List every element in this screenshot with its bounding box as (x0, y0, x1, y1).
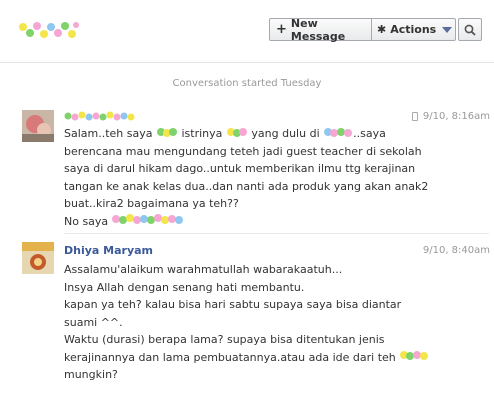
message-body: Salam..teh saya istrinya yang dulu di ..… (64, 125, 489, 230)
thread-toolbar: + New Message ✱ Actions (269, 16, 456, 43)
mobile-icon (411, 112, 418, 121)
message-timestamp: 9/10, 8:40am (423, 245, 490, 256)
redacted-sender-sticker (64, 111, 135, 121)
actions-dropdown-button[interactable]: ✱ Actions (372, 18, 456, 41)
avatar[interactable] (22, 242, 54, 274)
redacted-sticker (226, 127, 247, 137)
redacted-sticker (157, 127, 177, 137)
timestamp-text: 9/10, 8:40am (422, 245, 490, 256)
message-separator (64, 233, 489, 234)
message-text: suami ^^. (64, 315, 123, 329)
redacted-sticker (111, 214, 183, 224)
message-text: Salam..teh saya (64, 127, 156, 140)
message-item: 9/10, 8:16am Salam..teh saya istrinya ya… (0, 108, 494, 232)
search-icon (464, 24, 476, 36)
thread-header: + New Message ✱ Actions (0, 0, 494, 63)
new-message-label: New Message (290, 16, 346, 43)
gear-icon: ✱ (377, 23, 387, 36)
timestamp-text: 9/10, 8:16am (422, 111, 490, 122)
message-text: No saya (64, 214, 112, 228)
message-text: mungkin? (64, 368, 118, 381)
message-text: Waktu (durasi) berapa lama? supaya bisa … (64, 333, 385, 346)
conversation-started-label: Conversation started Tuesday (172, 78, 322, 89)
message-text: berencana mau mengundang teteh jadi gues… (64, 144, 422, 158)
actions-label: Actions (390, 23, 437, 36)
avatar[interactable] (22, 110, 54, 142)
message-timestamp: 9/10, 8:16am (411, 111, 490, 122)
avatar-photo (22, 110, 54, 142)
message-text: saya di darul hikam dago..untuk memberik… (64, 162, 416, 175)
message-text: Insya Allah dengan senang hati membantu. (64, 280, 305, 294)
message-text: ..saya (353, 127, 386, 140)
message-text: yang dulu di (247, 127, 324, 140)
avatar-photo (22, 242, 54, 274)
search-button[interactable] (458, 18, 482, 41)
message-item: Dhiya Maryam 9/10, 8:40am Assalamu'alaik… (0, 242, 494, 392)
message-text: Assalamu'alaikum warahmatullah wabarakaa… (64, 263, 343, 276)
message-text: kapan ya teh? kalau bisa hari sabtu supa… (64, 298, 402, 311)
message-text: tangan ke anak kelas dua..dan nanti ada … (64, 179, 429, 193)
redacted-name-sticker (19, 22, 79, 38)
message-text: istrinya (178, 127, 226, 140)
chevron-down-icon (442, 26, 453, 33)
message-text: kerajinannya dan lama pembuatannya.atau … (64, 350, 400, 364)
sender-name-link[interactable]: Dhiya Maryam (64, 244, 153, 257)
plus-icon: + (276, 22, 287, 37)
redacted-sticker (324, 127, 353, 137)
message-text: buat..kira2 bagaimana ya teh?? (64, 197, 239, 210)
message-body: Assalamu'alaikum warahmatullah wabarakaa… (64, 261, 489, 384)
new-message-button[interactable]: + New Message (269, 16, 372, 43)
redacted-sticker (400, 351, 429, 360)
